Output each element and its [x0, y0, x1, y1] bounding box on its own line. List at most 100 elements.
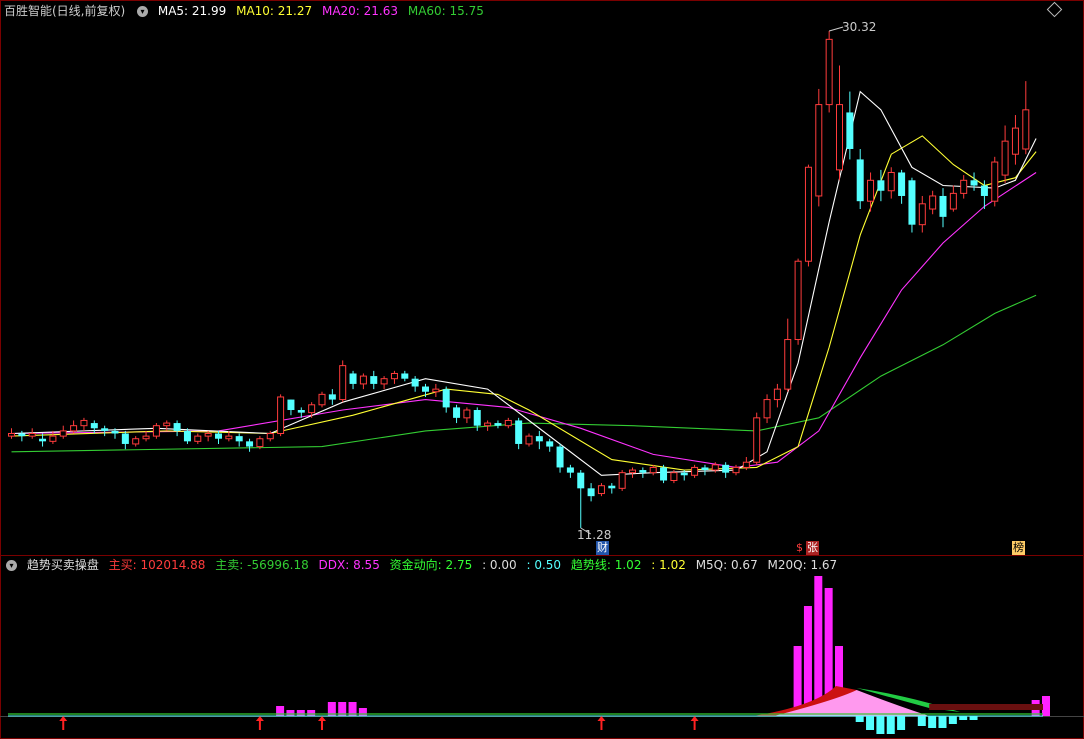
- candle-up: [525, 435, 533, 445]
- candle-up: [59, 430, 67, 437]
- candle-down: [846, 112, 854, 149]
- candle-down: [215, 433, 222, 439]
- candle-down: [608, 485, 616, 489]
- candle-up: [194, 435, 202, 442]
- candle-up: [815, 104, 823, 197]
- v2-value: : 0.50: [526, 558, 562, 572]
- candle-up: [804, 166, 812, 262]
- chart-canvas[interactable]: [0, 0, 1084, 739]
- candle-down: [411, 378, 419, 387]
- ma5-legend: MA5: 21.99: [157, 4, 227, 18]
- candle-down: [877, 180, 885, 191]
- candle-up: [867, 179, 875, 202]
- candle-down: [587, 488, 595, 497]
- candle-down: [566, 467, 574, 473]
- candle-up: [132, 438, 140, 445]
- candle-up: [991, 161, 999, 202]
- m20q-value: M20Q: 1.67: [767, 558, 838, 572]
- limit-up-tag[interactable]: 张: [806, 541, 819, 555]
- candle-up: [80, 419, 88, 427]
- candle-down: [701, 467, 709, 471]
- candle-up: [836, 104, 843, 171]
- indicator-menu-icon[interactable]: ▾: [6, 560, 17, 571]
- candle-down: [680, 472, 688, 476]
- dollar-tag[interactable]: $: [795, 541, 804, 555]
- candle-down: [639, 470, 647, 473]
- candle-down: [287, 399, 295, 411]
- ddx-bar-negative: [928, 716, 937, 728]
- candle-up: [163, 422, 171, 427]
- m5q-value: M5Q: 0.67: [695, 558, 758, 572]
- buy-arrow-icon: [59, 716, 68, 730]
- candle-down: [515, 420, 523, 444]
- candle-up: [670, 472, 678, 481]
- stock-name-label[interactable]: 百胜智能(日线,前复权): [4, 4, 125, 18]
- candle-up: [960, 179, 968, 194]
- candle-down: [173, 423, 181, 431]
- candle-up: [711, 464, 719, 471]
- candle-up: [742, 461, 750, 468]
- candle-down: [856, 159, 864, 202]
- candle-up: [784, 339, 792, 390]
- high-price-label: 30.32: [842, 20, 877, 34]
- buy-arrow-icon: [318, 716, 326, 730]
- candle-up: [649, 466, 657, 474]
- candle-down: [722, 464, 730, 473]
- candle-down: [473, 410, 481, 426]
- candle-down: [328, 394, 336, 400]
- trend-line-value: 趋势线: 1.02: [570, 558, 642, 572]
- fund-flow-value: 资金动向: 2.75: [389, 558, 473, 572]
- ranking-tag[interactable]: 榜: [1012, 541, 1025, 555]
- candle-up: [1001, 140, 1009, 176]
- candle-up: [949, 192, 957, 210]
- indicator-name-label[interactable]: 趋势买卖操盘: [27, 558, 99, 572]
- ddx-bar-negative: [959, 716, 968, 720]
- ddx-bar-positive: [803, 606, 812, 716]
- candle-down: [660, 467, 668, 481]
- main-sell-value: 主卖: -56996.18: [215, 558, 309, 572]
- candle-up: [825, 38, 833, 106]
- candle-up: [359, 375, 367, 385]
- ddx-bar-positive: [307, 710, 316, 716]
- ddx-bar-positive: [358, 708, 367, 716]
- candle-up: [597, 485, 605, 495]
- ma10-legend: MA10: 21.27: [236, 4, 313, 18]
- candle-up: [918, 203, 926, 226]
- candle-up: [318, 393, 326, 406]
- candle-down: [970, 180, 978, 186]
- candle-down: [939, 195, 947, 217]
- stock-chart-window: 百胜智能(日线,前复权) ▾ MA5: 21.99 MA10: 21.27 MA…: [0, 0, 1084, 739]
- price-panel-header: 百胜智能(日线,前复权) ▾ MA5: 21.99 MA10: 21.27 MA…: [4, 1, 490, 21]
- candle-up: [432, 388, 440, 393]
- finance-tag[interactable]: 财: [596, 541, 609, 555]
- ddx-bar-positive: [814, 576, 823, 716]
- candle-down: [494, 423, 502, 426]
- candle-up: [504, 419, 512, 427]
- candle-down: [183, 430, 191, 442]
- candle-down: [908, 180, 916, 225]
- candle-up: [142, 435, 150, 440]
- buy-arrow-icon: [690, 716, 699, 730]
- candle-down: [39, 438, 47, 442]
- candle-down: [111, 430, 119, 434]
- candle-up: [763, 399, 771, 419]
- candle-up: [8, 433, 15, 437]
- candle-up: [618, 472, 626, 489]
- candle-down: [101, 428, 109, 431]
- candle-up: [794, 260, 802, 341]
- candle-up: [204, 433, 212, 437]
- panel-menu-icon[interactable]: ▾: [137, 6, 149, 17]
- ddx-bar-positive: [296, 710, 305, 716]
- candle-down: [898, 172, 906, 196]
- candle-up: [390, 372, 398, 380]
- ddx-bar-negative: [917, 716, 926, 726]
- ddx-bar-negative: [866, 716, 875, 730]
- candle-up: [308, 404, 316, 414]
- ddx-bar-negative: [938, 716, 947, 728]
- candle-up: [277, 396, 285, 435]
- ddx-bar-negative: [897, 716, 906, 730]
- low-price-label: 11.28: [577, 528, 612, 542]
- candle-up: [28, 433, 36, 437]
- candle-down: [121, 433, 129, 444]
- candle-up: [691, 466, 699, 476]
